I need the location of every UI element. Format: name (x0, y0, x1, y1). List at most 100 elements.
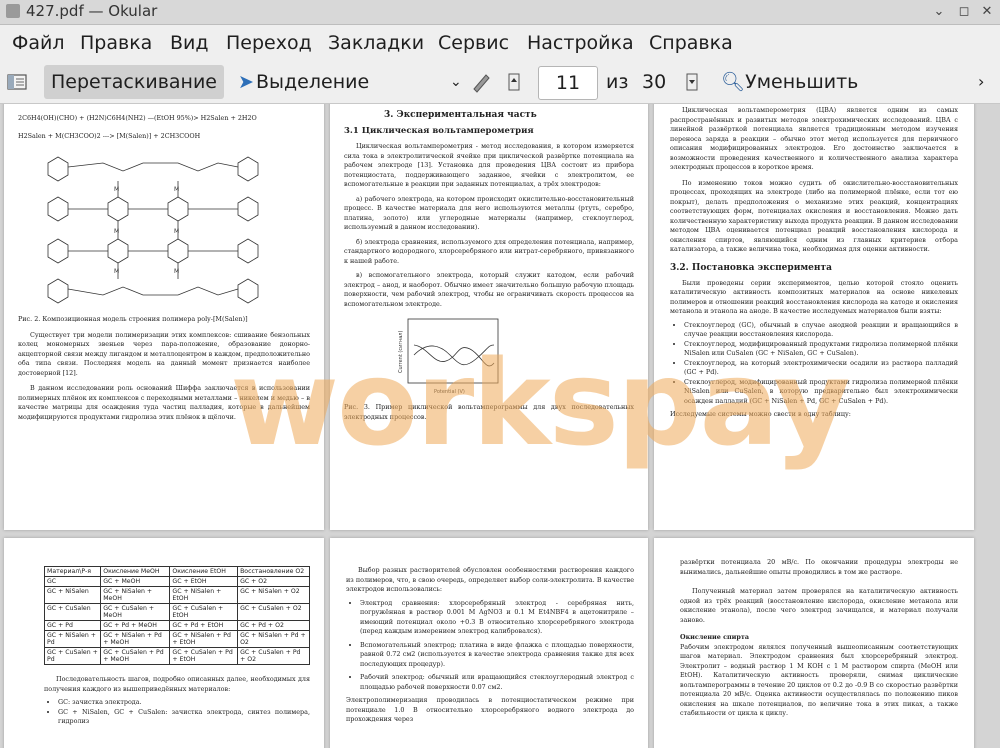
svg-text:M: M (114, 228, 119, 235)
list-item: Стеклоуглерод (GC), обычный в случае ано… (684, 321, 958, 340)
table-cell: GC + NiSalen + Pd (43, 630, 102, 648)
equation: H2Salen + M(CH3COO)2 ---> [M(Salen)] + 2… (18, 131, 201, 140)
window-title: 427.pdf — Okular (26, 2, 158, 20)
equation: 2C6H4(OH)(CHO) + (H2N)C6H4(NH2) —(EtOH 9… (18, 114, 257, 122)
page-number-input[interactable]: 11 (538, 66, 598, 100)
svg-text:M: M (114, 186, 119, 193)
sidebar-icon (7, 74, 27, 90)
section-heading: 3. Экспериментальная часть (384, 110, 537, 120)
paragraph: По изменению токов можно судить об окисл… (670, 178, 958, 254)
menu-go[interactable]: Переход (226, 32, 312, 54)
table-cell: GC + CuSalen + EtOH (169, 603, 239, 621)
paragraph: Последовательность шагов, подробно описа… (44, 675, 310, 693)
table-cell: GC + CuSalen + O2 (237, 603, 310, 621)
table-cell: GC + O2 (237, 576, 310, 587)
table-cell: GC + CuSalen (43, 603, 102, 621)
drag-tool-button[interactable]: Перетаскивание (44, 65, 224, 99)
maximize-icon[interactable]: ◻ (955, 3, 973, 21)
pdf-page: развёртки потенциала 20 мВ/с. По окончан… (654, 538, 974, 748)
app-icon (6, 4, 20, 18)
chevron-down-icon[interactable]: ⌄ (930, 3, 948, 21)
table-cell: GC + CuSalen + Pd + MeOH (100, 647, 171, 665)
bullet-list: Электрод сравнения: хлорсеребряный элект… (346, 599, 634, 693)
pdf-page: 3. Экспериментальная часть 3.1 Циклическ… (330, 104, 648, 530)
table-cell: GC (43, 576, 102, 587)
menu-help[interactable]: Справка (649, 32, 733, 54)
table-cell: GC + CuSalen + MeOH (100, 603, 171, 621)
zoom-out-icon: 🔍︎ (721, 71, 746, 93)
table-cell: Окисление EtOH (169, 566, 239, 577)
document-viewer[interactable]: 2C6H4(OH)(CHO) + (H2N)C6H4(NH2) —(EtOH 9… (0, 104, 1000, 748)
page-up-icon (508, 73, 520, 91)
list-item: Стеклоуглерод, модифицированный продукта… (684, 378, 958, 407)
pen-icon (473, 74, 490, 93)
paragraph: Существует три модели полимеризации этих… (18, 330, 310, 377)
page-of-label: из (606, 71, 629, 93)
pdf-page: Циклическая вольтамперометрия (ЦВА) явля… (654, 104, 974, 530)
toolbar: Перетаскивание ➤Выделение текста ⌄ 11 из… (0, 61, 1000, 127)
bullet-list: GC: зачистка электрода. GC + NiSalen, GC… (44, 698, 310, 727)
table-row: GC GC + MeOH GC + EtOH GC + O2 (43, 576, 310, 587)
paragraph: Были проведены серии экспериментов, цель… (670, 278, 958, 316)
plot-y-label: Current (сигнал) (398, 331, 404, 373)
annotate-button[interactable] (470, 65, 494, 99)
pdf-page: 2C6H4(OH)(CHO) + (H2N)C6H4(NH2) —(EtOH 9… (4, 104, 324, 530)
table-row: GC + NiSalen + Pd GC + NiSalen + Pd + MeO… (43, 630, 310, 648)
polymer-structure-figure: M M M M M M (47, 156, 259, 304)
sidebar-toggle-button[interactable] (6, 65, 32, 99)
table-row: GC + CuSalen + Pd GC + CuSalen + Pd + MeO… (43, 647, 310, 665)
text-select-tool-button[interactable]: ➤Выделение текста (238, 65, 438, 127)
table-cell: GC + Pd + EtOH (169, 620, 239, 631)
cursor-arrow-icon: ➤ (238, 71, 254, 93)
cv-plot-figure: Potential (V) Current (сигнал) (398, 318, 499, 395)
list-item: GC: зачистка электрода. (58, 698, 310, 708)
table-cell: GC + Pd + MeOH (100, 620, 171, 631)
materials-table: Материал\Р-я Окисление MeOH Окисление Et… (43, 566, 310, 665)
paragraph: Электрополимеризация проводилась в потен… (346, 696, 634, 723)
paragraph: а) рабочего электрода, на котором происх… (344, 194, 634, 232)
close-icon[interactable]: ✕ (978, 3, 996, 21)
page-down-icon (686, 73, 698, 91)
paragraph: б) электрода сравнения, используемого дл… (344, 237, 634, 265)
table-cell: GC + NiSalen + O2 (237, 586, 310, 604)
paragraph: Выбор разных растворителей обусловлен ос… (346, 566, 634, 593)
list-item: Стеклоуглерод, на который электрохимичес… (684, 359, 958, 378)
toolbar-overflow-chevron-icon[interactable]: › (978, 65, 992, 99)
table-cell: GC + CuSalen + Pd (43, 647, 102, 665)
paragraph: В данном исследовании роль оснований Шиф… (18, 384, 310, 421)
paragraph: в) вспомогательного электрода, который с… (344, 271, 634, 308)
paragraph: развёртки потенциала 20 мВ/с. По окончан… (680, 558, 958, 576)
menu-tools[interactable]: Сервис (438, 32, 509, 54)
previous-page-button[interactable] (505, 65, 525, 99)
paragraph: Циклическая вольтамперометрия (ЦВА) явля… (670, 106, 958, 171)
table-cell: Материал\Р-я (43, 566, 102, 577)
table-cell: GC + NiSalen + EtOH (169, 586, 239, 604)
table-cell: GC + Pd + O2 (237, 620, 310, 631)
paragraph: Рабочим электродом являлся полученный вы… (680, 642, 958, 718)
table-row: GC + CuSalen GC + CuSalen + MeOH GC + CuSa… (43, 603, 310, 621)
zoom-out-label: Уменьшить (745, 71, 859, 93)
svg-text:M: M (174, 228, 179, 235)
pdf-page: Выбор разных растворителей обусловлен ос… (330, 538, 648, 748)
table-row: GC + NiSalen GC + NiSalen + MeOH GC + NiSa… (43, 586, 310, 604)
table-cell: Окисление MeOH (100, 566, 171, 577)
paragraph: Исследуемые системы можно свести в одну … (670, 410, 851, 418)
table-cell: GC + NiSalen + Pd + EtOH (169, 630, 239, 648)
menu-settings[interactable]: Настройка (527, 32, 634, 54)
figure-caption: Рис. 2. Композиционная модель строения п… (18, 315, 248, 323)
menu-file[interactable]: Файл (12, 32, 65, 54)
menu-bookmarks[interactable]: Закладки (328, 32, 424, 54)
next-page-button[interactable] (683, 65, 703, 99)
menu-edit[interactable]: Правка (80, 32, 152, 54)
zoom-out-button[interactable]: 🔍︎Уменьшить (721, 65, 866, 99)
table-cell: GC + MeOH (100, 576, 171, 587)
svg-text:M: M (114, 268, 119, 275)
title-bar: 427.pdf — Okular ⌄ ◻ ✕ (0, 0, 1000, 25)
bullet-list: Стеклоуглерод (GC), обычный в случае ано… (670, 321, 958, 407)
table-cell: GC + NiSalen + Pd + O2 (237, 630, 310, 648)
menu-view[interactable]: Вид (170, 32, 209, 54)
table-cell: Восстановление O2 (237, 566, 310, 577)
table-cell: GC + EtOH (169, 576, 239, 587)
chevron-down-icon[interactable]: ⌄ (450, 65, 464, 99)
svg-text:M: M (174, 186, 179, 193)
